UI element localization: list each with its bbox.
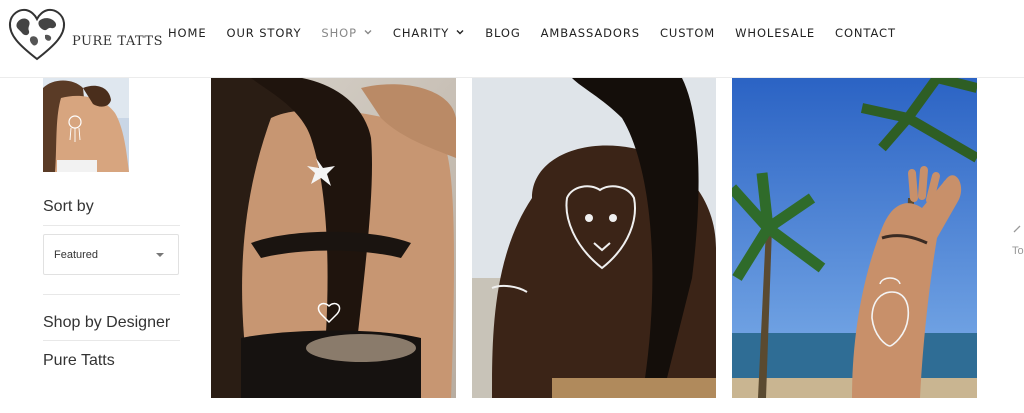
nav-shop-label: SHOP xyxy=(321,26,357,40)
nav-shop[interactable]: SHOP xyxy=(313,25,381,41)
divider xyxy=(43,225,180,226)
nav-home[interactable]: HOME xyxy=(160,25,215,41)
shop-by-designer-heading[interactable]: Shop by Designer xyxy=(43,314,170,332)
chevron-down-icon xyxy=(364,30,372,35)
chevron-up-icon xyxy=(1013,225,1021,233)
heart-globe-icon xyxy=(8,8,66,61)
logo[interactable]: PURE TATTS xyxy=(7,7,163,63)
divider xyxy=(43,340,180,341)
nav-blog-label: BLOG xyxy=(485,26,521,40)
sort-select[interactable]: Featured xyxy=(43,234,179,275)
sort-by-label: Sort by xyxy=(43,198,94,215)
nav-home-label: HOME xyxy=(168,26,207,40)
chevron-down-icon xyxy=(456,30,464,35)
sidebar-thumbnail[interactable] xyxy=(43,78,129,172)
nav-charity-label: CHARITY xyxy=(392,26,450,40)
nav-contact-label: CONTACT xyxy=(835,26,896,40)
divider xyxy=(43,294,180,295)
nav-custom[interactable]: CUSTOM xyxy=(652,25,723,41)
side-text: To xyxy=(1012,245,1024,257)
nav-our-story[interactable]: OUR STORY xyxy=(219,25,310,41)
nav-wholesale-label: WHOLESALE xyxy=(735,26,816,40)
brand-name: PURE TATTS xyxy=(72,34,164,49)
woman-back-heart-tattoo-image xyxy=(211,78,456,398)
caret-down-icon xyxy=(156,253,164,257)
product-card-1[interactable] xyxy=(211,78,456,398)
nav-wholesale[interactable]: WHOLESALE xyxy=(727,25,823,41)
carousel-next-arrow[interactable]: To xyxy=(1012,222,1024,262)
dreamcatcher-back-image xyxy=(43,78,129,172)
palm-tree-buddha-tattoo-image xyxy=(732,78,977,398)
nav-blog[interactable]: BLOG xyxy=(477,25,528,41)
sort-select-value: Featured xyxy=(54,248,99,261)
nav-ambassadors[interactable]: AMBASSADORS xyxy=(533,25,648,41)
product-card-2[interactable] xyxy=(472,78,716,398)
nav-ambassadors-label: AMBASSADORS xyxy=(540,26,640,40)
nav-contact[interactable]: CONTACT xyxy=(827,25,904,41)
product-card-3[interactable] xyxy=(732,78,977,398)
shoulder-tiger-tattoo-image xyxy=(472,78,716,398)
main-nav: HOME OUR STORY SHOP CHARITY BLOG AMBASSA… xyxy=(160,25,908,41)
designer-item-pure-tatts[interactable]: Pure Tatts xyxy=(43,352,115,370)
nav-our-story-label: OUR STORY xyxy=(226,26,302,40)
site-header: PURE TATTS HOME OUR STORY SHOP CHARITY B… xyxy=(0,0,1024,78)
nav-custom-label: CUSTOM xyxy=(659,26,716,40)
nav-charity[interactable]: CHARITY xyxy=(385,25,473,41)
